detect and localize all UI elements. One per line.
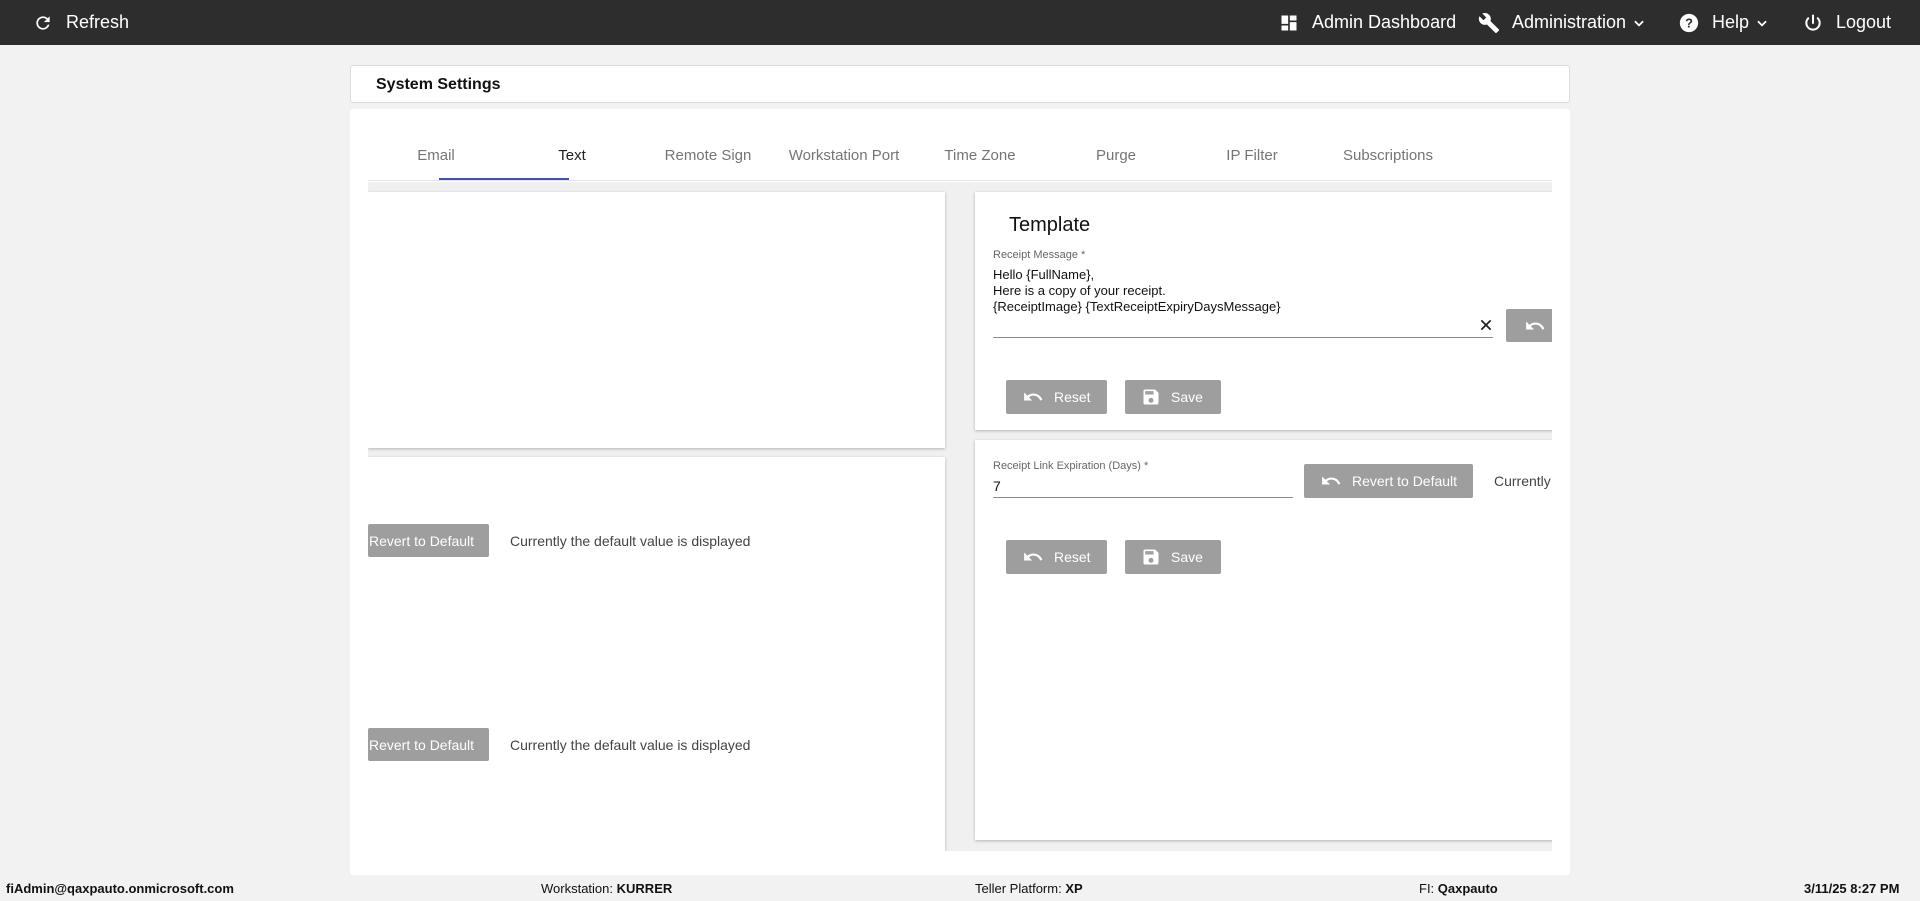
workstation-value: KURRER xyxy=(616,881,673,896)
teller-platform-label: Teller Platform: xyxy=(975,881,1062,896)
reset-button[interactable]: Reset xyxy=(1006,540,1107,574)
administration-label: Administration xyxy=(1512,12,1627,32)
teller-platform-info: Teller Platform: XP xyxy=(975,881,1083,896)
workstation-info: Workstation: KURRER xyxy=(541,881,672,896)
settings-card: Email Text Remote Sign Workstation Port … xyxy=(350,109,1570,875)
default-value-note: Currently the default value is displayed xyxy=(510,533,751,549)
left-panel-top xyxy=(368,192,945,448)
settings-tabs: Email Text Remote Sign Workstation Port … xyxy=(368,109,1552,181)
wrench-icon xyxy=(1478,12,1500,34)
admin-dashboard-label: Admin Dashboard xyxy=(1312,12,1457,32)
top-navbar: Refresh Admin Dashboard Administration ?… xyxy=(0,0,1920,45)
default-value-note: Currently xyxy=(1494,473,1551,489)
refresh-icon xyxy=(32,12,54,34)
status-bar: fiAdmin@qaxpauto.onmicrosoft.com Worksta… xyxy=(0,876,1920,901)
save-icon xyxy=(1141,387,1161,407)
datetime: 3/11/25 8:27 PM xyxy=(1804,881,1900,896)
active-tab-indicator xyxy=(439,178,569,180)
power-icon xyxy=(1802,12,1824,34)
page-title: System Settings xyxy=(376,76,501,93)
tab-ip-filter[interactable]: IP Filter xyxy=(1184,109,1320,181)
receipt-message-input[interactable]: Hello {FullName}, Here is a copy of your… xyxy=(993,267,1473,319)
save-label: Save xyxy=(1171,389,1203,405)
dashboard-icon xyxy=(1278,12,1300,34)
tab-email[interactable]: Email xyxy=(368,109,504,181)
save-label: Save xyxy=(1171,549,1203,565)
template-title: Template xyxy=(1009,214,1091,236)
clear-icon[interactable] xyxy=(1477,316,1495,334)
undo-button[interactable] xyxy=(1506,309,1552,342)
receipt-message-underline xyxy=(993,337,1493,338)
reset-label: Reset xyxy=(1054,549,1091,565)
svg-text:?: ? xyxy=(1685,15,1693,30)
revert-label: Revert to Default xyxy=(1352,473,1458,489)
chevron-down-icon xyxy=(1755,16,1769,30)
tab-purge[interactable]: Purge xyxy=(1048,109,1184,181)
logout-label: Logout xyxy=(1836,12,1892,32)
page-header: System Settings xyxy=(350,65,1570,103)
undo-icon xyxy=(1320,473,1342,489)
fi-info: FI: Qaxpauto xyxy=(1419,881,1498,896)
administration-menu[interactable]: Administration xyxy=(1478,0,1646,45)
help-icon: ? xyxy=(1678,12,1700,34)
help-menu[interactable]: ? Help xyxy=(1678,0,1769,45)
tab-text[interactable]: Text xyxy=(504,109,640,181)
left-panel-bottom: Revert to Default Currently the default … xyxy=(368,457,945,851)
logout-button[interactable]: Logout xyxy=(1802,0,1891,45)
refresh-label: Refresh xyxy=(66,12,130,32)
revert-to-default-button[interactable]: Revert to Default xyxy=(1304,464,1473,498)
revert-to-default-button[interactable]: Revert to Default xyxy=(368,728,489,761)
tab-time-zone[interactable]: Time Zone xyxy=(912,109,1048,181)
template-panel: Template Receipt Message * Hello {FullNa… xyxy=(975,192,1552,430)
workstation-label: Workstation: xyxy=(541,881,614,896)
save-button[interactable]: Save xyxy=(1125,540,1221,574)
tab-remote-sign[interactable]: Remote Sign xyxy=(640,109,776,181)
default-value-note: Currently the default value is displayed xyxy=(510,737,751,753)
expiration-underline xyxy=(993,497,1293,498)
help-label: Help xyxy=(1712,12,1750,32)
receipt-link-expiration-input[interactable]: 7 xyxy=(993,478,1001,494)
receipt-message-label: Receipt Message * xyxy=(993,249,1086,261)
reset-button[interactable]: Reset xyxy=(1006,380,1107,414)
save-button[interactable]: Save xyxy=(1125,380,1221,414)
undo-icon xyxy=(1022,389,1044,405)
teller-platform-value: XP xyxy=(1065,881,1083,896)
save-icon xyxy=(1141,547,1161,567)
undo-icon xyxy=(1022,549,1044,565)
user-email: fiAdmin@qaxpauto.onmicrosoft.com xyxy=(6,881,234,896)
tab-workstation-port[interactable]: Workstation Port xyxy=(776,109,912,181)
refresh-button[interactable]: Refresh xyxy=(32,0,129,45)
fi-label: FI: xyxy=(1419,881,1435,896)
expiration-panel: Receipt Link Expiration (Days) * 7 Rever… xyxy=(975,440,1552,840)
tab-subscriptions[interactable]: Subscriptions xyxy=(1320,109,1456,181)
tab-content: Revert to Default Currently the default … xyxy=(368,182,1552,851)
fi-value: Qaxpauto xyxy=(1437,881,1498,896)
receipt-link-expiration-label: Receipt Link Expiration (Days) * xyxy=(993,460,1149,472)
reset-label: Reset xyxy=(1054,389,1091,405)
admin-dashboard-link[interactable]: Admin Dashboard xyxy=(1278,0,1456,45)
chevron-down-icon xyxy=(1632,16,1646,30)
revert-to-default-button[interactable]: Revert to Default xyxy=(368,524,489,557)
undo-icon xyxy=(1524,318,1546,334)
